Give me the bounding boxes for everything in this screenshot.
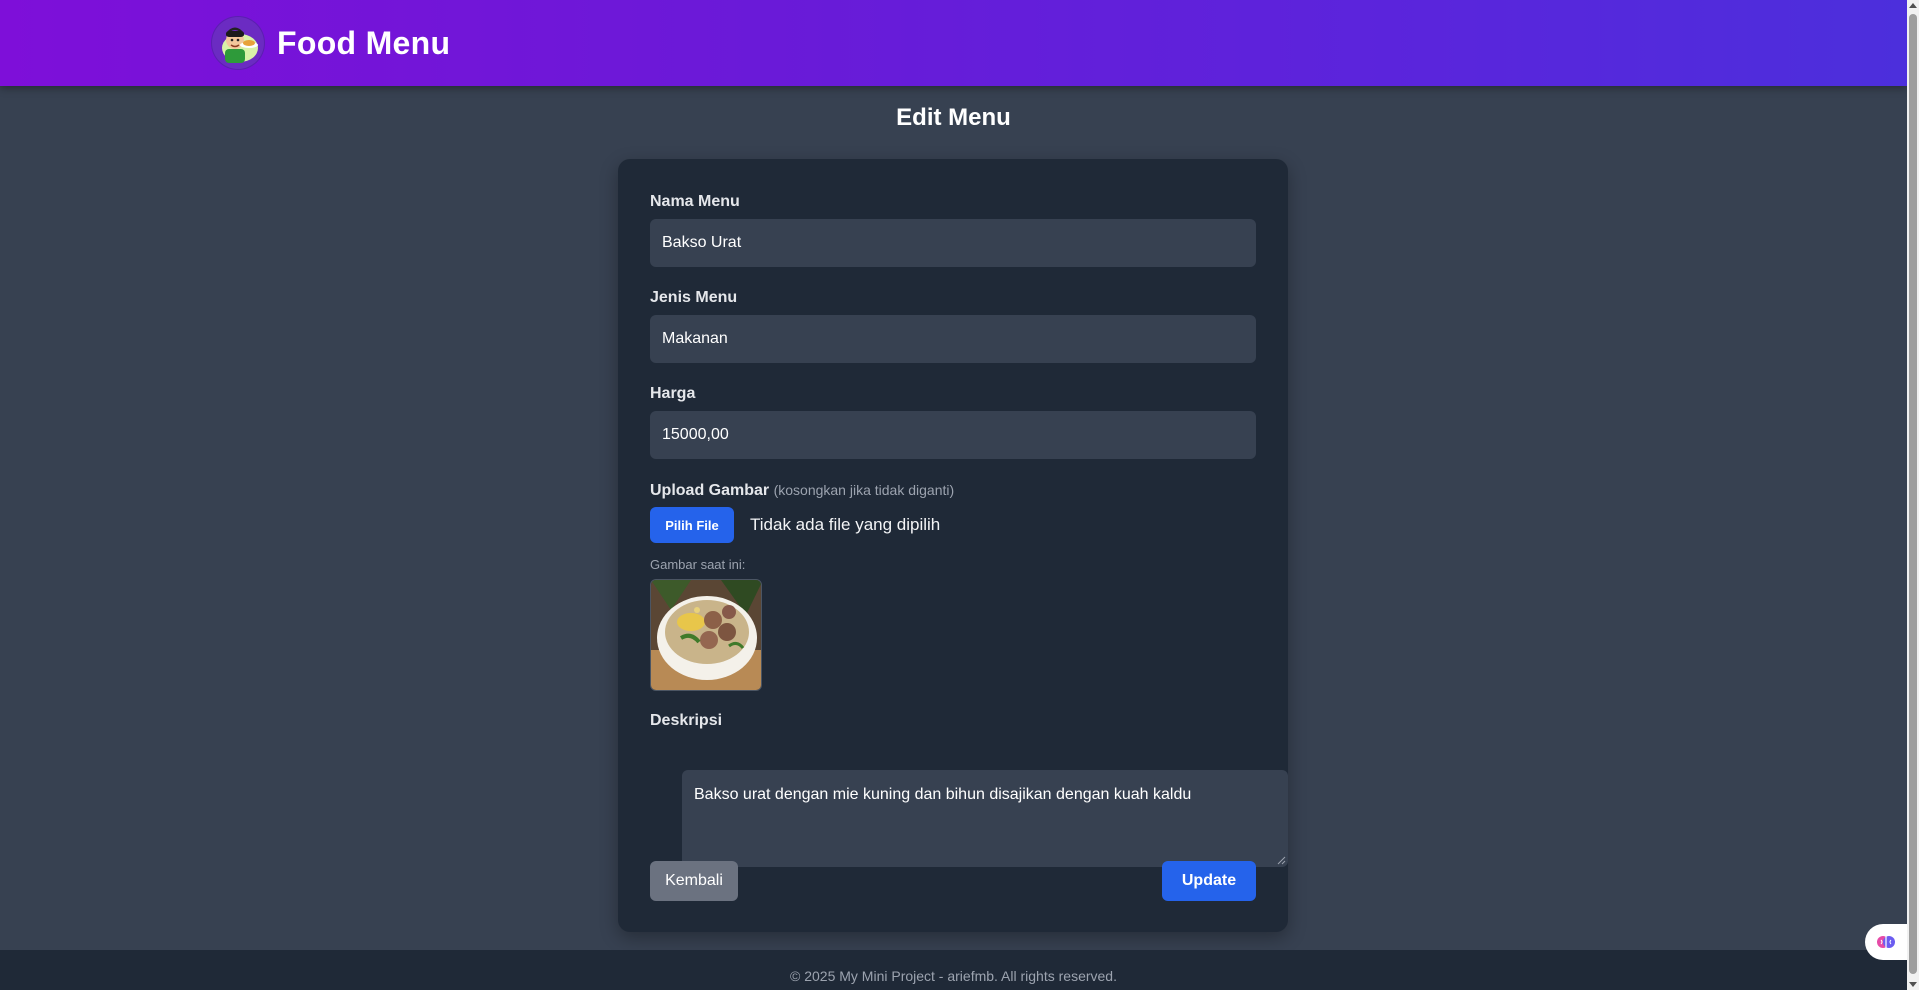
description-label: Deskripsi [650,712,723,729]
scrollbar-thumb[interactable] [1909,14,1917,974]
type-input-value: Makanan [662,330,728,347]
upload-label-row: Upload Gambar (kosongkan jika tidak diga… [650,482,954,500]
bakso-bowl-image [650,579,762,691]
scroll-up-icon[interactable] [1909,3,1917,8]
resize-handle-icon[interactable] [1276,855,1286,865]
brand-title: Food Menu [277,24,451,61]
price-input[interactable]: 15000,00 [650,411,1256,459]
page-scrollbar[interactable] [1907,0,1919,990]
scroll-down-icon[interactable] [1909,982,1917,987]
name-input[interactable]: Bakso Urat [650,219,1256,267]
brand-link[interactable]: Food Menu [211,16,450,70]
footer-text: © 2025 My Mini Project - ariefmb. All ri… [790,968,1117,984]
chef-mascot-icon [211,16,265,70]
footer: © 2025 My Mini Project - ariefmb. All ri… [0,950,1907,990]
upload-label: Upload Gambar [650,482,770,499]
back-button[interactable]: Kembali [650,861,738,901]
edit-menu-form: Nama Menu Bakso Urat Jenis Menu Makanan … [618,159,1288,932]
page-title: Edit Menu [896,104,1011,131]
price-label: Harga [650,385,696,402]
price-input-value: 15000,00 [662,426,729,443]
type-input[interactable]: Makanan [650,315,1256,363]
description-textarea[interactable]: Bakso urat dengan mie kuning dan bihun d… [682,770,1288,867]
name-label: Nama Menu [650,193,740,210]
description-value: Bakso urat dengan mie kuning dan bihun d… [694,786,1192,803]
current-image-label: Gambar saat ini: [650,557,746,572]
update-button[interactable]: Update [1162,861,1256,901]
upload-hint: (kosongkan jika tidak diganti) [773,482,955,498]
top-navbar: Food Menu [0,0,1907,86]
type-label: Jenis Menu [650,289,738,306]
name-input-value: Bakso Urat [662,234,742,251]
brain-extension-icon[interactable] [1865,924,1907,960]
file-status-text: Tidak ada file yang dipilih [750,515,941,534]
choose-file-button[interactable]: Pilih File [650,507,734,543]
